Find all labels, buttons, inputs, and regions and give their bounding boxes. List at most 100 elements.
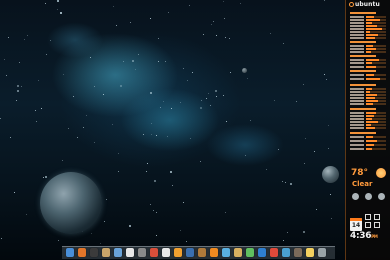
star [303,231,305,233]
stat-bar [366,100,386,102]
star [215,90,217,92]
globe-icon[interactable] [66,248,74,257]
mail-icon[interactable] [150,248,158,257]
conky-stat-row [350,148,388,150]
photos-icon[interactable] [222,248,230,257]
star [50,40,51,41]
conky-stat-row [350,144,388,146]
wallpaper-moon [242,68,247,73]
star [170,171,172,173]
gimp-icon[interactable] [294,248,302,257]
star [223,1,224,2]
calendar-icon[interactable] [162,248,170,257]
stat-label-shape [350,100,364,102]
chrome-icon[interactable] [270,248,278,257]
star [225,212,226,213]
star [283,43,284,44]
stat-bar [366,144,386,146]
conky-stat-row [350,74,388,76]
star [63,74,64,75]
stat-label-shape [350,132,376,134]
stat-label-shape [350,124,364,126]
star [180,230,181,231]
calendar-day: 14 [351,222,361,229]
folder-icon[interactable] [234,248,242,257]
stat-bar-fill [366,51,371,53]
star [180,102,181,103]
ubuntu-circle-icon [349,2,354,7]
stat-bar-fill [366,48,376,50]
stat-bar-fill [366,45,373,47]
video-icon[interactable] [186,248,194,257]
star [328,125,329,126]
stat-bar-fill [366,28,382,30]
stat-bar-fill [366,124,371,126]
files-icon[interactable] [102,248,110,257]
stat-bar-fill [366,34,378,36]
star [57,9,58,10]
star [118,153,119,154]
terminal-icon[interactable] [90,248,98,257]
star [27,35,28,36]
archive-icon[interactable] [198,248,206,257]
image-viewer-icon[interactable] [114,248,122,257]
star [132,60,134,62]
star [120,85,122,87]
star [210,105,211,106]
stat-label-shape [350,16,364,18]
stat-bar-fill [366,74,374,76]
browser-icon[interactable] [258,248,266,257]
stat-bar-fill [366,16,374,18]
star [21,86,22,87]
star [151,123,152,124]
star [314,151,315,152]
stat-label-shape [350,148,364,150]
office-icon[interactable] [282,248,290,257]
stat-label-shape [350,62,364,64]
conky-stat-row [350,132,388,134]
cloud-icon [365,193,372,200]
conky-stat-row [350,66,388,68]
conky-stat-row [350,62,388,64]
star [8,37,9,38]
star [41,108,42,109]
star [16,100,17,101]
star [112,124,113,125]
star [200,107,202,109]
stat-label-shape [350,103,364,105]
star [86,115,87,116]
star [129,225,131,227]
music-icon[interactable] [174,248,182,257]
stat-label-shape [350,45,364,47]
firefox-icon[interactable] [78,248,86,257]
stat-label-shape [350,66,364,68]
forecast-day-3 [376,193,387,201]
vlc-icon[interactable] [210,248,218,257]
star [147,163,148,164]
star [106,199,107,200]
stat-bar [366,34,386,36]
star [58,240,59,241]
star [278,149,279,150]
conky-stat-row [350,103,388,105]
chat-icon[interactable] [246,248,254,257]
text-editor-icon[interactable] [126,248,134,257]
notes-icon[interactable] [306,248,314,257]
star [45,176,47,178]
star [36,121,37,122]
star [46,54,47,55]
star [100,243,101,244]
star [247,78,248,79]
ubuntu-logo: ubuntu [349,1,380,8]
star [226,121,227,122]
trash-icon[interactable] [318,248,326,257]
star [156,212,157,213]
stat-label-shape [350,41,376,43]
star [213,21,214,22]
star [151,134,152,135]
settings-icon[interactable] [138,248,146,257]
star [330,194,331,195]
star [163,101,164,102]
stat-bar-fill [366,37,375,39]
star [303,84,304,85]
